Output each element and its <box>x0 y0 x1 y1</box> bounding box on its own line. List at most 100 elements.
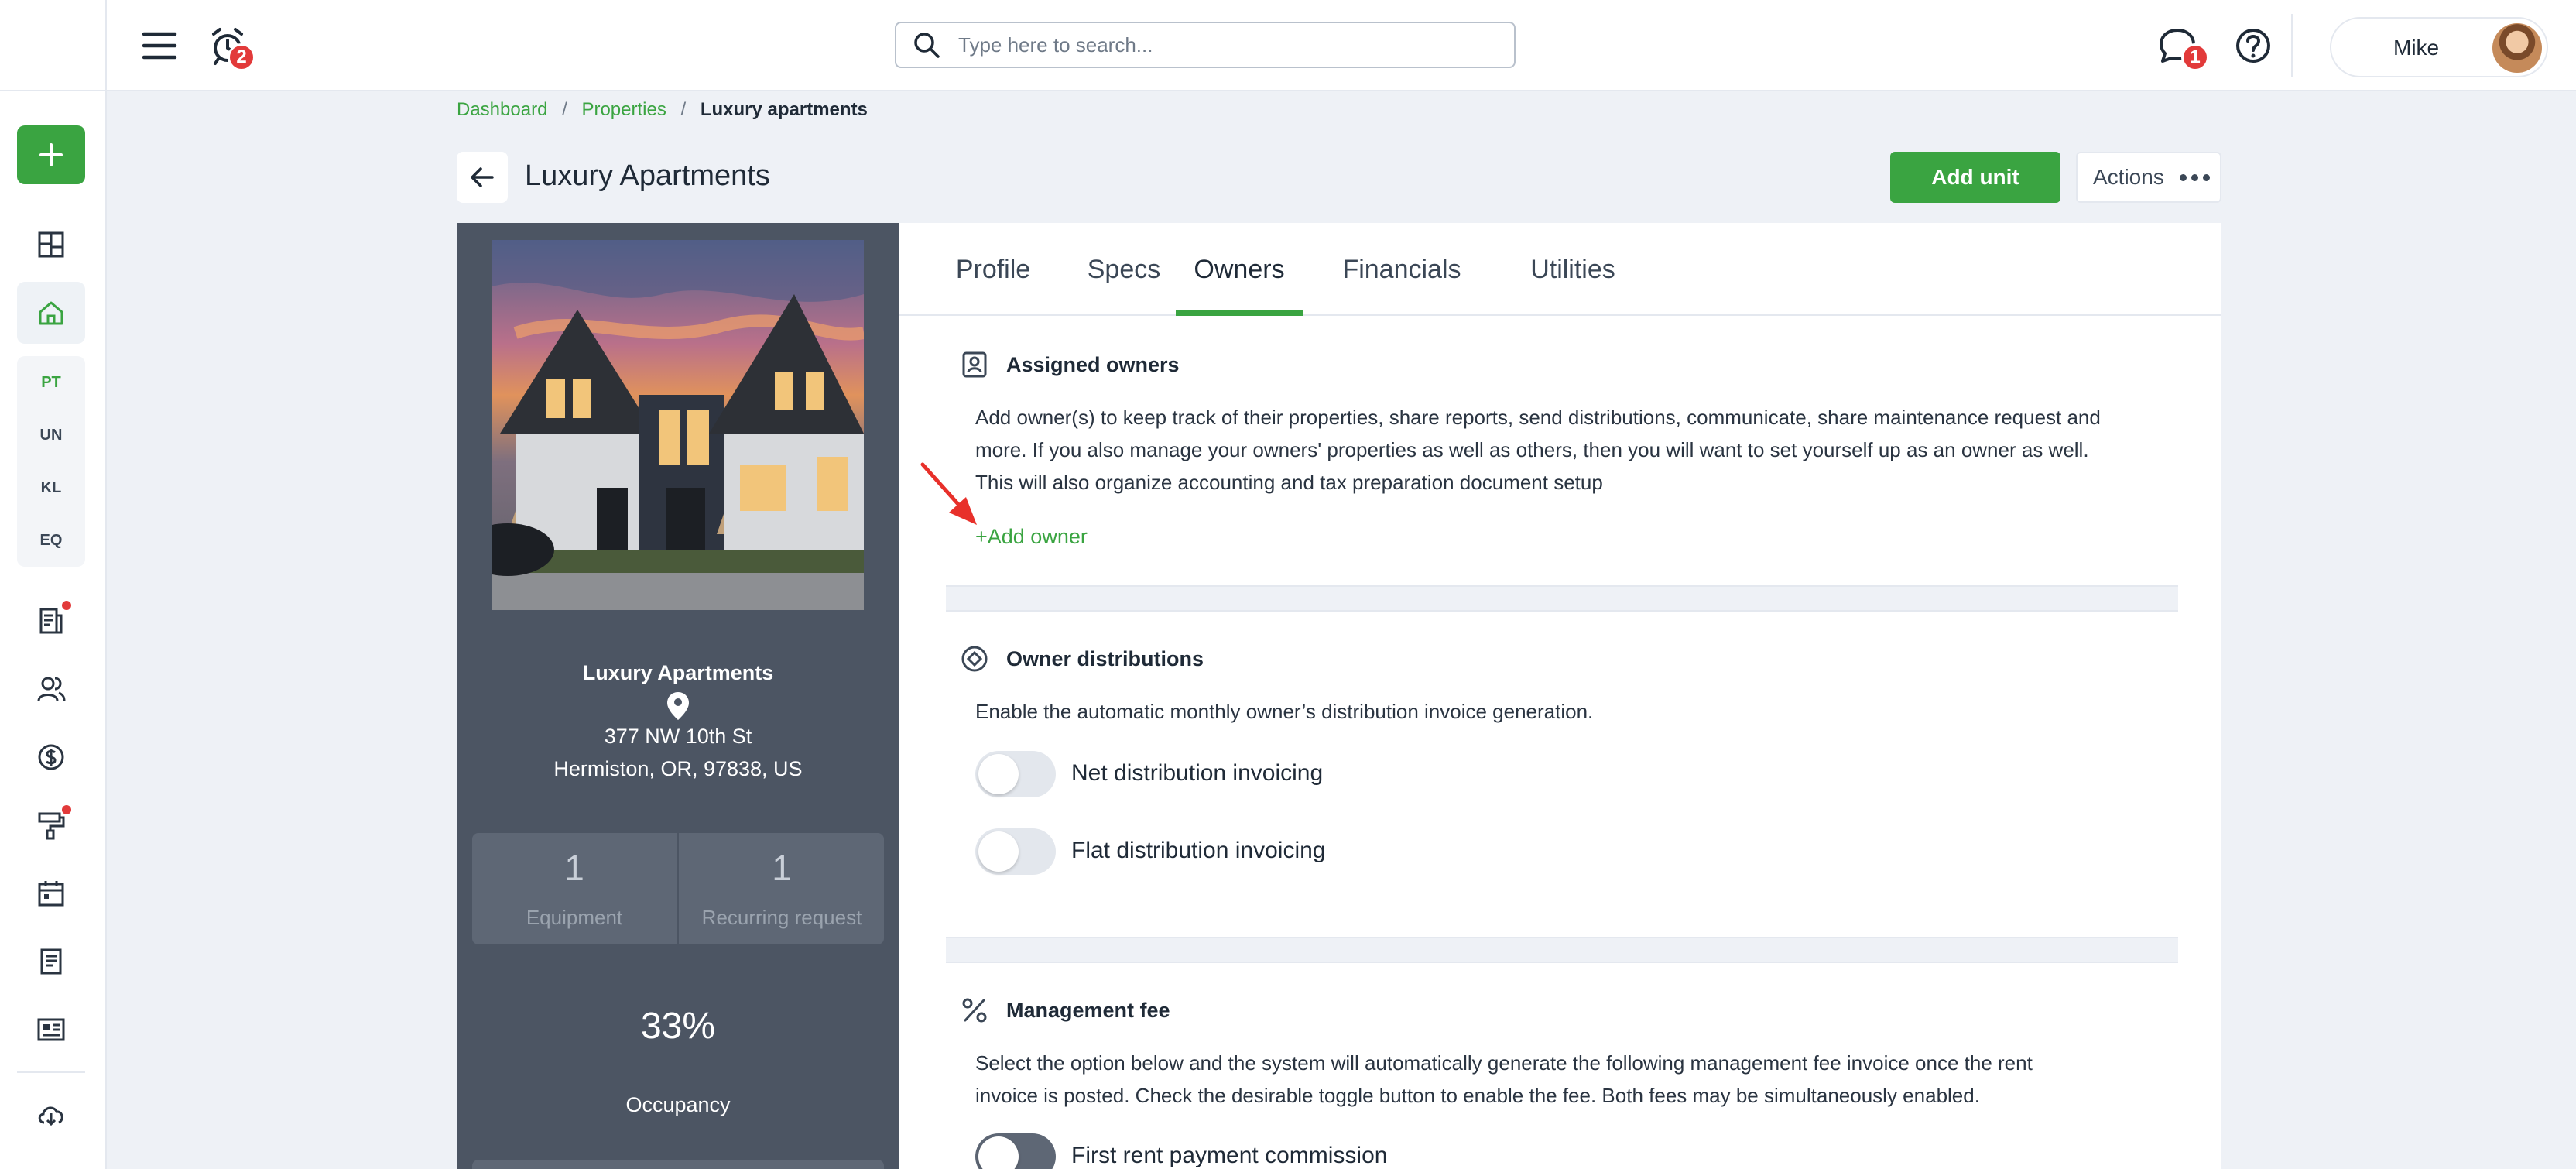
back-button[interactable] <box>457 152 508 203</box>
plus-icon <box>39 143 63 166</box>
tab-profile[interactable]: Profile <box>930 223 1056 316</box>
net-distribution-toggle[interactable] <box>975 751 1056 797</box>
tab-utilities[interactable]: Utilities <box>1503 223 1643 316</box>
rail-people[interactable] <box>17 658 85 720</box>
user-name: Mike <box>2393 36 2440 60</box>
property-address-line1: 377 NW 10th St <box>604 725 752 748</box>
owner-distributions-title: Owner distributions <box>1006 647 1204 670</box>
toggle-knob <box>978 754 1019 794</box>
section-separator <box>946 937 2178 963</box>
rail-sub-pt[interactable]: PT <box>17 356 85 409</box>
property-summary-panel: Luxury Apartments 377 NW 10th St Hermist… <box>457 223 899 1169</box>
rail-sub-kl[interactable]: KL <box>17 461 85 514</box>
cloud-download-icon <box>38 1106 63 1126</box>
rail-accounting[interactable] <box>17 726 85 788</box>
property-address-line2: Hermiston, OR, 97838, US <box>553 757 803 780</box>
rail-maintenance[interactable] <box>17 794 85 856</box>
flat-distribution-label: Flat distribution invoicing <box>1071 838 1326 863</box>
rail-dashboard[interactable] <box>17 214 85 276</box>
breadcrumb: Dashboard / Properties / Luxury apartmen… <box>457 99 868 121</box>
assigned-owners-line1: Add owner(s) to keep track of their prop… <box>975 406 2101 429</box>
arrow-left-icon <box>471 167 494 187</box>
reports-notification-dot <box>62 601 71 610</box>
search-icon <box>914 33 940 58</box>
owner-distributions-description: Enable the automatic monthly owner’s dis… <box>975 700 1594 723</box>
stat-equipment[interactable]: 1 Equipment <box>472 833 677 944</box>
owners-content-card: Profile Specs Owners Financials Utilitie… <box>899 223 2221 1169</box>
quick-add-button[interactable] <box>17 125 85 184</box>
stat-divider <box>677 833 679 944</box>
add-unit-button[interactable]: Add unit <box>1890 152 2060 203</box>
dollar-circle-icon <box>38 744 64 770</box>
stat-recurring-request[interactable]: 1 Recurring request <box>680 833 884 944</box>
toggle-knob <box>978 1136 1019 1169</box>
management-fee-line1: Select the option below and the system w… <box>975 1051 2033 1075</box>
flat-distribution-toggle[interactable] <box>975 828 1056 875</box>
breadcrumb-dashboard[interactable]: Dashboard <box>457 99 547 120</box>
alarm-badge: 2 <box>228 43 255 71</box>
stat-value: 1 <box>772 848 792 888</box>
document-icon <box>40 948 62 975</box>
more-dots-icon <box>2179 173 2210 181</box>
first-rent-commission-toggle[interactable] <box>975 1133 1056 1169</box>
house-illustration <box>492 240 864 610</box>
property-photo <box>492 240 864 610</box>
rail-documents[interactable] <box>17 931 85 992</box>
assigned-owners-title: Assigned owners <box>1006 353 1180 376</box>
help-icon[interactable] <box>2232 25 2274 67</box>
rail-properties[interactable] <box>17 282 85 344</box>
calendar-icon <box>38 881 64 907</box>
toggle-knob <box>978 831 1019 872</box>
occupancy-label: Occupancy <box>625 1093 731 1116</box>
actions-label: Actions <box>2093 165 2164 189</box>
search-input[interactable] <box>958 33 1485 57</box>
stat-label: Recurring request <box>701 906 862 929</box>
top-bar: 2 1 Mike <box>107 0 2576 91</box>
paint-roller-icon <box>38 812 65 840</box>
breadcrumb-separator: / <box>562 99 567 120</box>
management-fee-line2: invoice is posted. Check the desirable t… <box>975 1084 1980 1107</box>
first-rent-commission-label: First rent payment commission <box>1071 1143 1388 1168</box>
tab-specs[interactable]: Specs <box>1070 223 1178 316</box>
rail-reports[interactable] <box>17 590 85 652</box>
owner-badge-icon <box>962 351 987 378</box>
property-stats-secondary <box>472 1160 884 1169</box>
hamburger-menu-icon[interactable] <box>139 26 180 65</box>
location-pin-icon <box>667 692 689 720</box>
assigned-owners-line2: more. If you also manage your owners' pr… <box>975 438 2089 461</box>
breadcrumb-separator: / <box>680 99 687 120</box>
rail-listings[interactable] <box>17 999 85 1061</box>
left-rail: PT UN KL EQ <box>0 0 107 1169</box>
add-owner-link[interactable]: +Add owner <box>975 525 1088 549</box>
occupancy-value: 33% <box>640 1006 716 1047</box>
actions-menu-button[interactable]: Actions <box>2076 152 2221 203</box>
rail-sub-eq[interactable]: EQ <box>17 514 85 567</box>
net-distribution-label: Net distribution invoicing <box>1071 760 1324 786</box>
people-icon <box>37 677 66 701</box>
distribution-diamond-icon <box>961 646 988 672</box>
assigned-owners-line3: This will also organize accounting and t… <box>975 471 1603 494</box>
reports-icon <box>39 608 63 634</box>
rail-calendar[interactable] <box>17 862 85 924</box>
tab-owners[interactable]: Owners <box>1176 223 1303 316</box>
stat-label: Equipment <box>526 906 623 929</box>
section-separator <box>946 585 2178 612</box>
rail-download[interactable] <box>17 1084 85 1146</box>
topbar-divider <box>2291 14 2293 77</box>
property-tabs: Profile Specs Owners Financials Utilitie… <box>899 223 2221 316</box>
maintenance-notification-dot <box>62 805 71 814</box>
stat-value: 1 <box>564 848 584 888</box>
breadcrumb-current: Luxury apartments <box>700 99 868 120</box>
property-name: Luxury Apartments <box>582 661 774 684</box>
rail-divider <box>17 1071 85 1073</box>
management-fee-title: Management fee <box>1006 999 1170 1022</box>
tab-financials[interactable]: Financials <box>1315 223 1488 316</box>
user-menu[interactable]: Mike <box>2330 17 2548 77</box>
listing-card-icon <box>37 1018 65 1041</box>
rail-sub-un[interactable]: UN <box>17 409 85 461</box>
home-icon <box>39 301 63 325</box>
chat-badge: 1 <box>2181 43 2209 71</box>
breadcrumb-properties[interactable]: Properties <box>581 99 666 120</box>
dashboard-grid-icon <box>38 231 64 258</box>
search-bar[interactable] <box>895 22 1516 68</box>
